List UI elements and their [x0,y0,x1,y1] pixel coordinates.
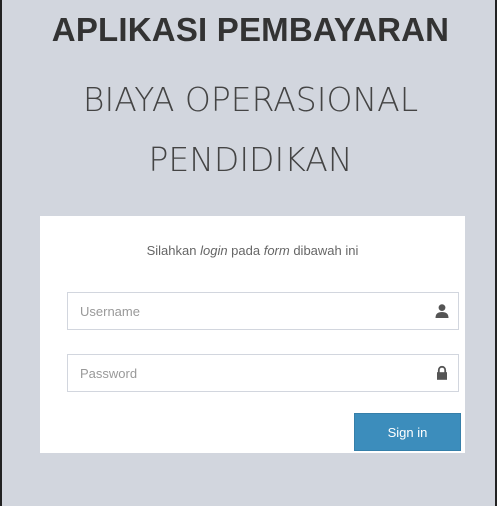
login-page: APLIKASI PEMBAYARAN BIAYA OPERASIONAL PE… [0,0,497,506]
app-subtitle: BIAYA OPERASIONAL PENDIDIKAN [2,70,497,190]
login-message-part3: dibawah ini [289,243,359,258]
login-message-part1: Silahkan [146,243,201,258]
login-message-login: login [200,243,228,258]
user-icon [435,304,449,318]
app-title: APLIKASI PEMBAYARAN [51,11,450,48]
app-subtitle-line2: PENDIDIKAN [148,140,353,179]
login-message-form: form [263,243,290,258]
password-field [67,354,459,392]
login-message: Silahkan login pada form dibawah ini [40,243,465,258]
username-input[interactable] [68,293,458,329]
password-input[interactable] [68,355,458,391]
app-subtitle-line1: BIAYA OPERASIONAL [82,80,419,119]
lock-icon [437,365,447,380]
login-box: Silahkan login pada form dibawah ini Sig… [40,216,465,453]
username-field [67,292,459,330]
signin-button[interactable]: Sign in [354,413,461,451]
login-message-part2: pada [227,243,264,258]
